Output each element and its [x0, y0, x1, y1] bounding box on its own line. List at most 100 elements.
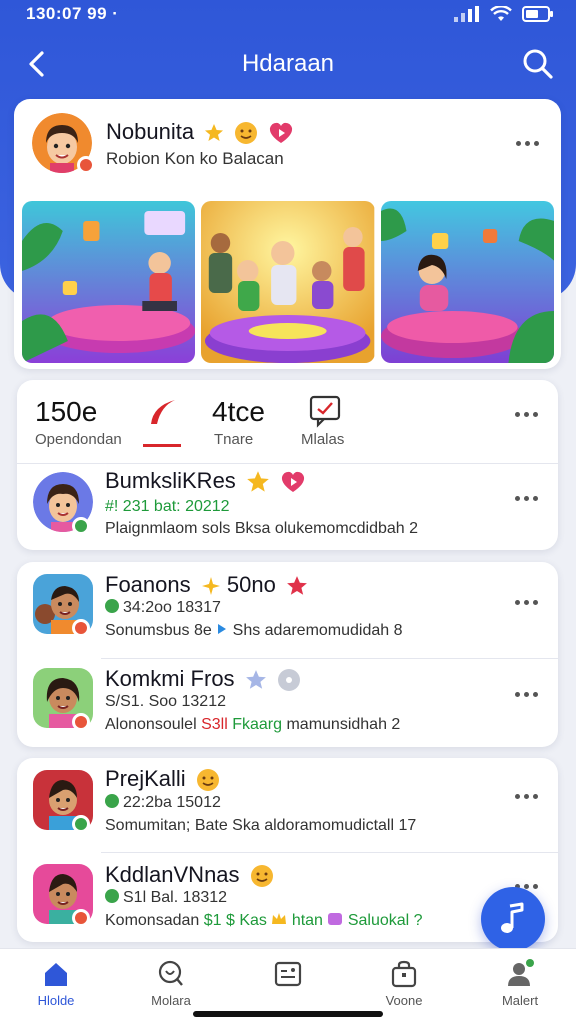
item-description: Sonumsbus 8e Shs adaremomudidah 8 — [105, 622, 403, 640]
media-thumbnail[interactable] — [380, 201, 554, 363]
tab-bag[interactable]: Voone — [354, 959, 454, 1008]
item-meta: S/S1. Soo 13212 — [105, 693, 226, 710]
divider — [17, 463, 558, 464]
sparkle-icon — [201, 577, 220, 596]
more-options-icon[interactable] — [511, 788, 541, 804]
more-options-icon[interactable] — [511, 406, 541, 422]
item-meta: 22:2ba 15012 — [105, 794, 221, 812]
item-description: Alononsoulel S3ll Fkaarg mamunsidhah 2 — [105, 716, 400, 734]
item-meta: #! 231 bat: 20212 — [105, 498, 230, 516]
stat-label: Opendondan — [35, 431, 122, 448]
online-status-dot — [72, 815, 90, 833]
item-description: Somumitan; Bate Ska aldoramomudictall 17 — [105, 817, 417, 834]
heart-play-icon — [281, 472, 305, 493]
stat-label: Tnare — [214, 431, 254, 448]
item-name: Komkmi Fros — [105, 666, 235, 691]
page-title: Hdaraan — [241, 50, 335, 77]
feature-name-row: Nobunita — [106, 119, 294, 145]
status-badge — [77, 156, 95, 174]
more-options-icon[interactable] — [511, 594, 541, 610]
divider — [101, 658, 558, 659]
item-name: KddlanVNnas — [105, 862, 240, 887]
media-thumbnail[interactable] — [201, 201, 375, 363]
online-status-dot — [72, 517, 90, 535]
status-bar: 130:07 99 · — [0, 0, 576, 30]
message-check-icon[interactable] — [308, 394, 342, 428]
item-name-row: Komkmi Fros — [105, 666, 301, 692]
status-badge — [72, 909, 90, 927]
item-name: Foanons — [105, 572, 191, 597]
tab-home[interactable]: Hlolde — [6, 959, 106, 1008]
item-meta-text: 22:2ba 15012 — [123, 794, 221, 811]
search-circle-icon — [158, 960, 183, 986]
home-indicator — [193, 1011, 383, 1017]
list-card: PrejKalli 22:2ba 15012 Somumitan; Bate S… — [17, 758, 558, 942]
status-badge — [72, 713, 90, 731]
list-card: Foanons 50no 34:2oo 18317 Sonumsbus 8e S… — [17, 562, 558, 747]
profile-icon — [508, 959, 534, 986]
item-name-row: Foanons 50no — [105, 572, 308, 598]
tab-label: Malert — [501, 993, 539, 1008]
item-desc-part: mamunsidhah 2 — [286, 716, 401, 733]
search-icon[interactable] — [520, 46, 556, 82]
tab-profile[interactable]: Malert — [470, 959, 570, 1008]
more-options-icon[interactable] — [511, 686, 541, 702]
feature-subtitle: Robion Kon ko Balacan — [106, 149, 284, 168]
tab-label: Hlolde — [37, 993, 75, 1008]
red-star-icon — [287, 576, 307, 595]
like-icon[interactable] — [147, 396, 181, 426]
item-name-row: BumksliKRes — [105, 468, 306, 494]
item-desc-part: Sonumsbus 8e — [105, 622, 212, 639]
media-gallery — [22, 201, 554, 363]
stat-value: 150e — [35, 396, 98, 427]
item-description: Komonsadan $1 $ Kas htan Saluokal ? — [105, 912, 423, 930]
smile-emoji-icon — [196, 769, 219, 792]
item-meta-text: S1l Bal. 18312 — [123, 889, 228, 906]
stats-card: 150e Opendondan 4tce Tnare Mlalas Bumksl… — [17, 380, 558, 550]
item-desc-part: Alononsoulel — [105, 716, 197, 733]
disc-icon — [277, 669, 300, 692]
battery-icon — [522, 6, 553, 22]
top-app-bar: Hdaraan — [0, 40, 576, 88]
tab-label: Voone — [385, 993, 423, 1008]
tag-icon — [218, 624, 227, 634]
smile-emoji-icon — [235, 122, 258, 145]
music-note-icon — [501, 902, 524, 933]
active-tab-indicator — [143, 444, 181, 447]
item-desc-part: Shs adaremomudidah 8 — [232, 622, 403, 639]
item-name-row: KddlanVNnas — [105, 862, 274, 888]
heart-play-icon — [270, 123, 293, 144]
item-desc-part: htan — [291, 912, 323, 929]
item-meta-text: #! 231 bat: 20212 — [105, 498, 230, 515]
more-options-icon[interactable] — [511, 490, 541, 506]
crown-emoji-icon — [272, 913, 287, 924]
smile-emoji-icon — [250, 865, 273, 888]
tab-search[interactable]: Molara — [121, 959, 221, 1008]
item-description: Plaignmlaom sols Bksa olukemomcdidbah 2 — [105, 520, 419, 537]
feature-name: Nobunita — [106, 119, 195, 144]
stat-value: 4tce — [212, 396, 265, 427]
home-icon — [45, 963, 67, 986]
purple-emoji-icon — [328, 913, 343, 925]
star-icon — [247, 471, 269, 492]
star-icon — [245, 670, 266, 689]
stat-label: Mlalas — [301, 431, 345, 448]
item-name-suffix: 50no — [226, 572, 276, 597]
item-desc-part: Fkaarg — [232, 716, 283, 733]
item-name: BumksliKRes — [105, 468, 236, 493]
status-time: 130:07 99 · — [26, 4, 119, 23]
star-icon — [205, 124, 224, 142]
card-icon — [274, 961, 302, 987]
item-meta-text: 34:2oo 18317 — [123, 599, 221, 616]
more-options-icon[interactable] — [512, 135, 542, 151]
item-desc-part: Komonsadan — [105, 912, 200, 929]
featured-post-card[interactable]: Nobunita Robion Kon ko Balacan — [14, 99, 561, 369]
status-badge — [72, 619, 90, 637]
media-thumbnail[interactable] — [22, 201, 196, 363]
tab-label: Molara — [151, 993, 191, 1008]
music-fab-button[interactable] — [481, 887, 545, 951]
bag-icon — [391, 960, 417, 988]
signal-icon — [454, 6, 479, 22]
item-meta: S1l Bal. 18312 — [105, 889, 227, 907]
tab-card[interactable] — [238, 959, 338, 993]
